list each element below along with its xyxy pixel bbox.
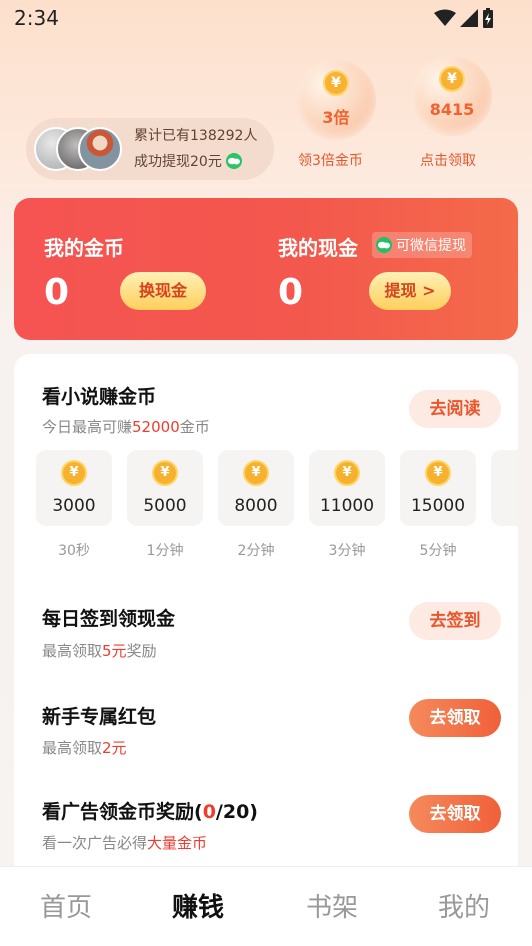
reward-tier-item[interactable]: ¥ 15000 5分钟 <box>400 450 476 560</box>
withdraw-button[interactable]: 提现 > <box>369 272 451 310</box>
exchange-cash-button[interactable]: 换现金 <box>120 272 206 310</box>
battery-icon <box>483 8 493 28</box>
wechat-withdraw-label: 可微信提现 <box>396 238 466 254</box>
checkin-task-title: 每日签到领现金 <box>42 608 176 630</box>
claim-ads-button[interactable]: 去领取 <box>409 795 501 833</box>
triple-coin-label[interactable]: 领3倍金币 <box>298 150 363 170</box>
reward-tier-item[interactable]: ¥ 8000 2分钟 <box>218 450 294 560</box>
reward-tier-time: 5分钟 <box>419 543 457 559</box>
go-read-button[interactable]: 去阅读 <box>409 390 501 428</box>
reward-tier-amount: 3000 <box>52 496 96 516</box>
reward-tier-amount: 11000 <box>319 496 375 516</box>
coin-icon: ¥ <box>334 460 360 486</box>
nav-home[interactable]: 首页 <box>26 887 106 924</box>
status-time: 2:34 <box>14 6 59 30</box>
ads-task-subtitle: 看一次广告必得大量金币 <box>42 834 208 852</box>
reward-tier-box: ¥ 5000 <box>127 450 203 526</box>
newbie-task-title: 新手专属红包 <box>42 706 157 728</box>
claim-coin-bubble[interactable]: ¥ 8415 <box>412 56 492 136</box>
wechat-withdraw-tag: 可微信提现 <box>372 232 472 258</box>
newbie-task-subtitle: 最高领取2元 <box>42 739 127 757</box>
signal-icon <box>460 9 478 27</box>
withdraw-success-text: 成功提现20元 <box>134 151 242 171</box>
coin-icon: ¥ <box>243 460 269 486</box>
wifi-icon <box>434 9 456 26</box>
withdraw-stats-pill: 累计已有138292人 成功提现20元 <box>26 118 274 180</box>
reward-tier-amount: 15000 <box>410 496 466 516</box>
coin-icon: ¥ <box>439 66 465 92</box>
ads-task-title: 看广告领金币奖励(0/20) <box>42 801 258 823</box>
withdraw-success-label: 成功提现20元 <box>134 154 222 170</box>
checkin-task-subtitle: 最高领取5元奖励 <box>42 642 157 660</box>
reward-tier-time: 2分钟 <box>237 543 275 559</box>
my-cash-title: 我的现金 <box>278 236 358 260</box>
nav-earn[interactable]: 赚钱 <box>158 887 238 924</box>
reward-tier-item[interactable]: ¥ 3000 30秒 <box>36 450 112 560</box>
checkin-button[interactable]: 去签到 <box>409 602 501 640</box>
reward-tier-box: ¥ 3000 <box>36 450 112 526</box>
reward-tier-item[interactable]: ¥ 11000 3分钟 <box>309 450 385 560</box>
reward-tier-item[interactable]: ¥ 5000 1分钟 <box>127 450 203 560</box>
coin-icon: ¥ <box>323 70 349 96</box>
read-task-title: 看小说赚金币 <box>42 386 157 408</box>
wechat-icon <box>376 237 392 253</box>
reading-reward-tiers: ¥ 3000 30秒 ¥ 5000 1分钟 ¥ 8000 2分钟 ¥ 11000 <box>36 450 518 566</box>
reward-tier-amount: 5000 <box>143 496 187 516</box>
my-coins-title: 我的金币 <box>44 236 124 260</box>
claim-newbie-button[interactable]: 去领取 <box>409 699 501 737</box>
my-cash-value: 0 <box>278 272 304 313</box>
triple-coin-bubble[interactable]: ¥ 3倍 <box>296 60 376 140</box>
reward-tier-time: 1分钟 <box>146 543 184 559</box>
nav-profile[interactable]: 我的 <box>424 887 504 924</box>
bubble-value: 8415 <box>429 100 475 119</box>
reward-tier-amount: 8000 <box>234 496 278 516</box>
wechat-icon <box>225 153 242 169</box>
reward-tier-time: 30秒 <box>58 543 90 559</box>
coin-icon: ¥ <box>152 460 178 486</box>
reward-tier-box: ¥ 8000 <box>218 450 294 526</box>
avatar-group <box>34 127 124 171</box>
coin-icon: ¥ <box>61 460 87 486</box>
nav-bookshelf[interactable]: 书架 <box>292 887 372 924</box>
read-task-subtitle: 今日最高可赚52000金币 <box>42 418 210 436</box>
task-panel: 看小说赚金币 今日最高可赚52000金币 去阅读 ¥ 3000 30秒 ¥ 50… <box>14 354 518 884</box>
claim-coin-label[interactable]: 点击领取 <box>420 150 476 170</box>
reward-tier-box <box>491 450 518 526</box>
reward-tier-item-partial[interactable] <box>491 450 518 526</box>
avatar <box>78 127 122 171</box>
reward-tier-box: ¥ 11000 <box>309 450 385 526</box>
coin-icon: ¥ <box>425 460 451 486</box>
total-users-text: 累计已有138292人 <box>134 128 258 144</box>
status-icons <box>434 8 494 28</box>
my-coins-value: 0 <box>44 272 70 313</box>
wallet-card: 我的金币 0 换现金 我的现金 可微信提现 0 提现 > <box>14 198 518 340</box>
bubble-value: 3倍 <box>322 108 350 127</box>
status-bar: 2:34 <box>0 0 532 36</box>
reward-tier-time: 3分钟 <box>328 543 366 559</box>
bottom-nav: 首页 赚钱 书架 我的 <box>0 866 532 946</box>
reward-tier-box: ¥ 15000 <box>400 450 476 526</box>
